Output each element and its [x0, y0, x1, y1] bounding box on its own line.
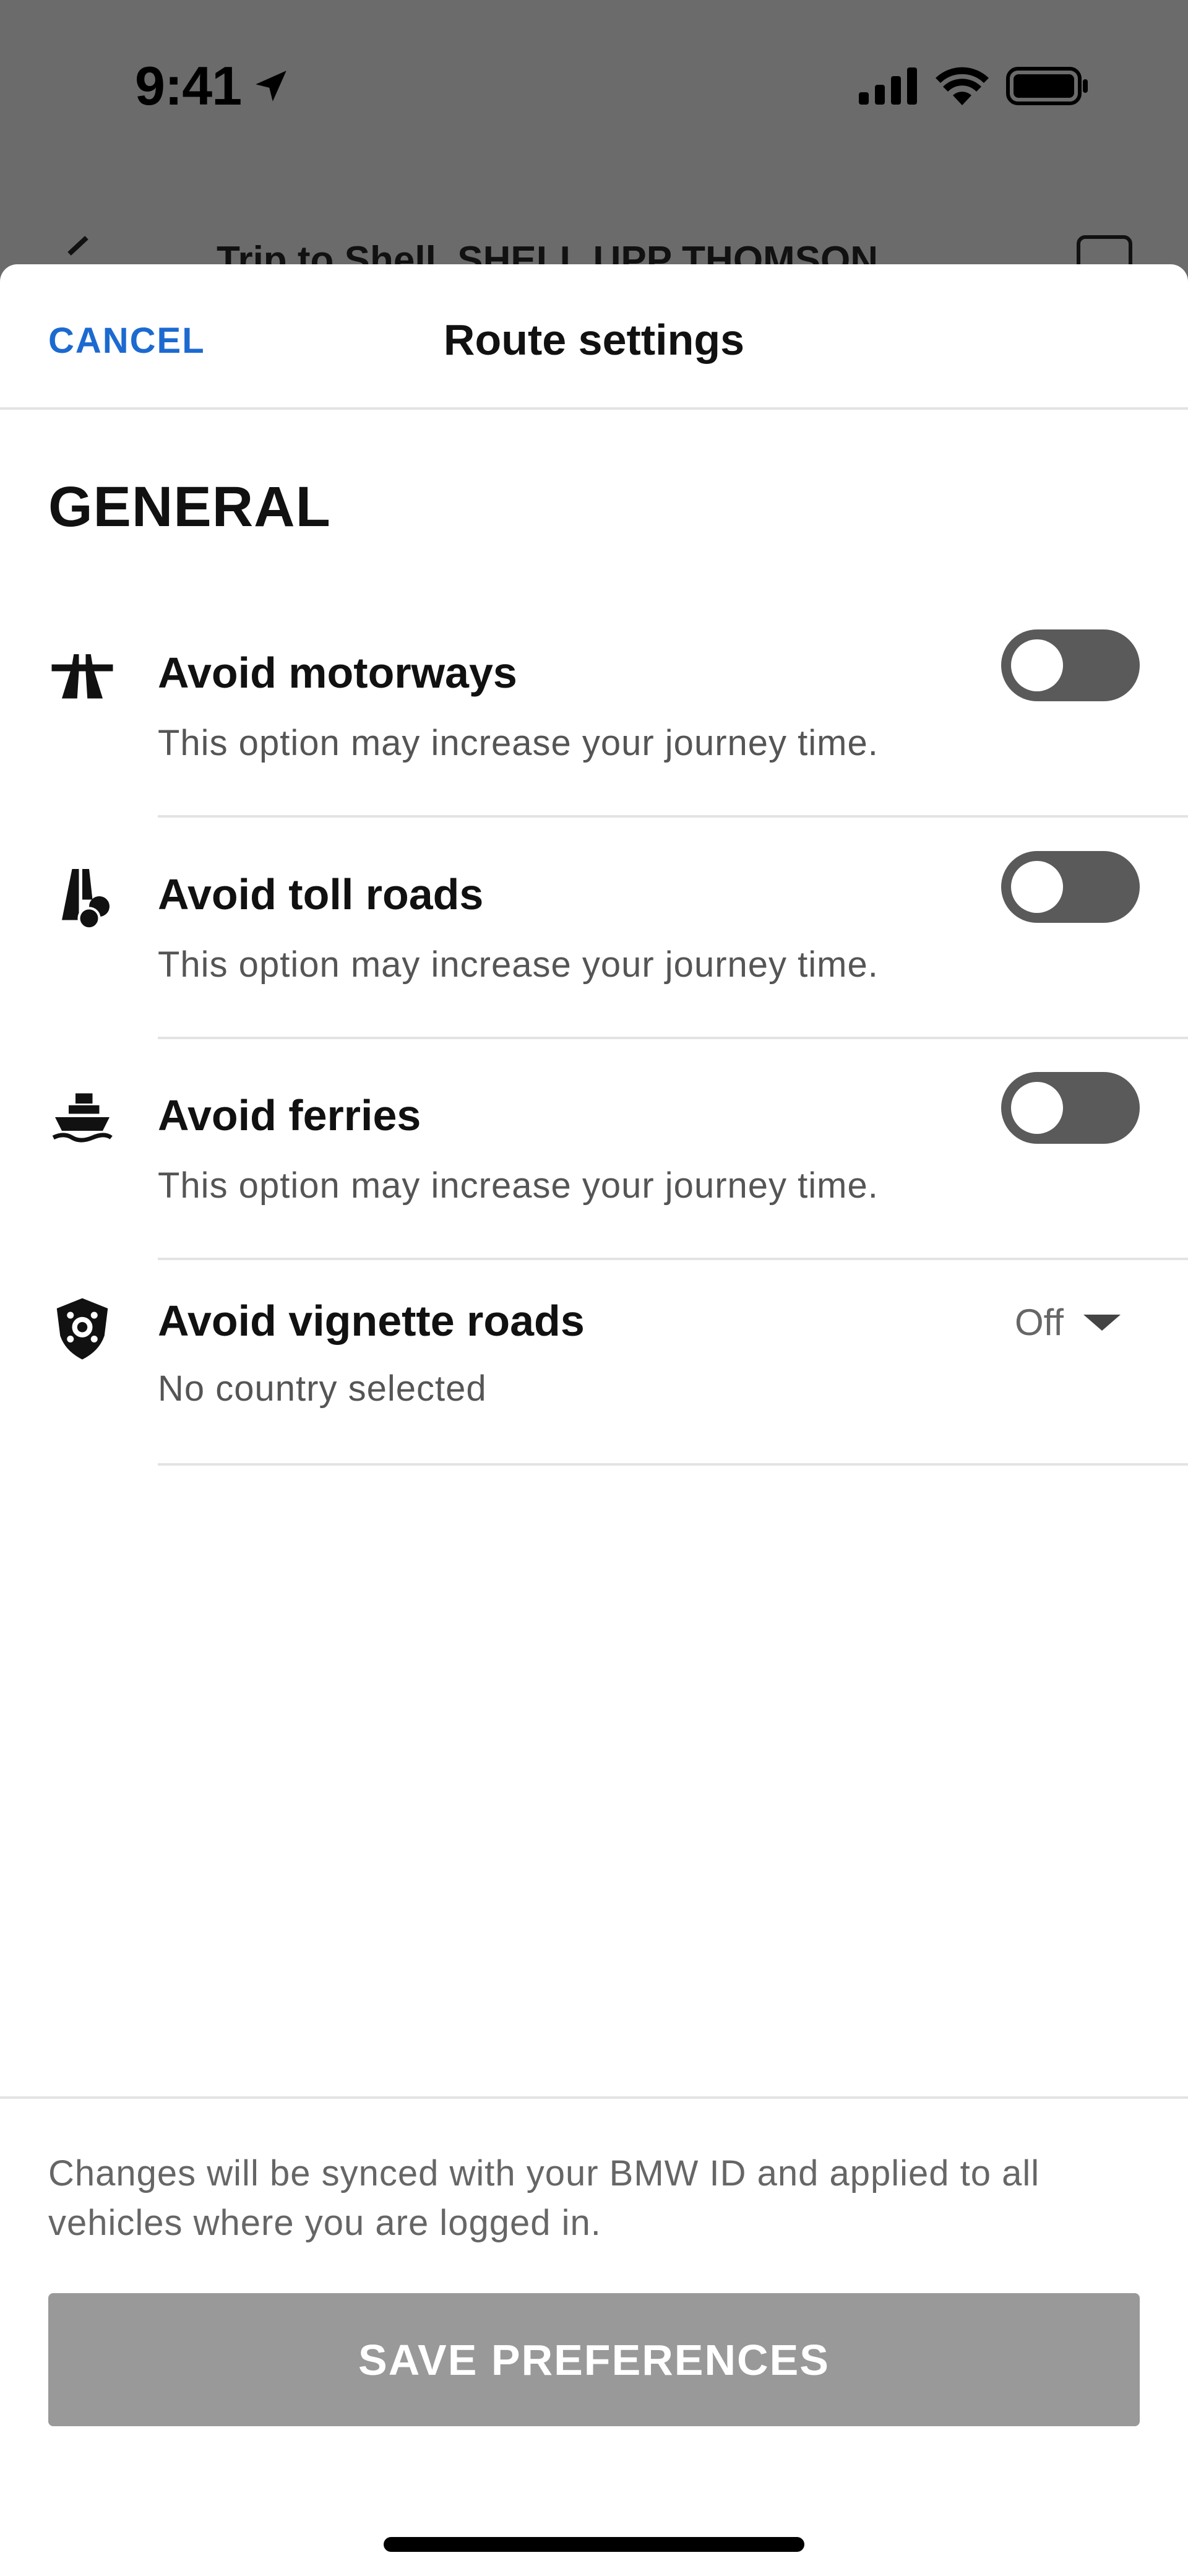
battery-icon — [1006, 67, 1088, 105]
toggle-knob — [1011, 861, 1063, 913]
option-subtitle: This option may increase your journey ti… — [158, 1165, 879, 1206]
section-title: GENERAL — [48, 475, 331, 538]
toggle-knob — [1011, 1082, 1063, 1134]
ferry-icon — [52, 1093, 113, 1143]
toggle-knob — [1011, 639, 1063, 691]
option-subtitle: This option may increase your journey ti… — [158, 944, 879, 985]
row-divider — [158, 1037, 1188, 1039]
footer-divider — [0, 2096, 1188, 2099]
option-title: Avoid toll roads — [158, 870, 484, 918]
option-row-motorways: Avoid motorways This option may increase… — [0, 629, 1188, 834]
option-title: Avoid ferries — [158, 1091, 421, 1139]
wifi-icon — [936, 67, 989, 105]
save-preferences-button[interactable]: SAVE PREFERENCES — [48, 2293, 1140, 2426]
row-divider — [158, 1258, 1188, 1260]
dropdown-value: Off — [1015, 1302, 1064, 1343]
status-time: 9:41 — [135, 55, 242, 116]
motorway-icon — [51, 654, 113, 699]
option-title: Avoid vignette roads — [158, 1297, 585, 1345]
cancel-button[interactable]: CANCEL — [48, 320, 205, 361]
option-title: Avoid motorways — [158, 649, 517, 697]
status-bar: 9:41 — [0, 0, 1188, 173]
avoid-toll-roads-toggle[interactable] — [1001, 851, 1140, 923]
cellular-signal-icon — [859, 67, 917, 105]
toll-road-icon — [62, 869, 110, 930]
avoid-motorways-toggle[interactable] — [1001, 629, 1140, 701]
location-arrow-icon — [256, 71, 286, 102]
option-row-ferries: Avoid ferries This option may increase y… — [0, 1072, 1188, 1276]
status-icons — [859, 67, 1089, 105]
sheet-header: Route settings CANCEL — [0, 264, 1188, 410]
row-divider — [158, 1463, 1188, 1466]
option-row-vignette-roads[interactable]: Avoid vignette roads No country selected… — [0, 1295, 1188, 1480]
vignette-shield-icon — [56, 1298, 108, 1360]
avoid-ferries-toggle[interactable] — [1001, 1072, 1140, 1144]
route-settings-sheet: Route settings CANCEL GENERAL Avoid moto… — [0, 264, 1188, 2576]
option-subtitle: No country selected — [158, 1368, 487, 1409]
home-indicator — [384, 2537, 804, 2552]
row-divider — [158, 815, 1188, 818]
sync-note: Changes will be synced with your BMW ID … — [48, 2153, 1040, 2243]
option-subtitle: This option may increase your journey ti… — [158, 723, 879, 763]
option-row-toll-roads: Avoid toll roads This option may increas… — [0, 851, 1188, 1055]
caret-down-icon — [1083, 1314, 1121, 1331]
vignette-countries-dropdown[interactable]: Off — [1015, 1301, 1121, 1344]
